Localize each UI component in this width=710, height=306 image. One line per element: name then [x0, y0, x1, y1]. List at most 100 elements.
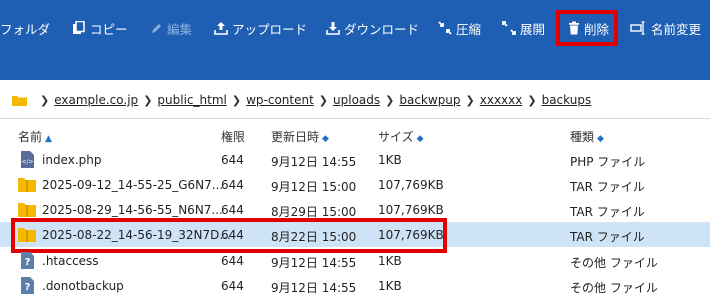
compress-label: 圧縮: [456, 21, 482, 37]
column-size-label: サイズ: [378, 130, 414, 144]
table-row[interactable]: </> index.php 644 9月12日 14:55 1KB PHP ファ…: [0, 147, 710, 172]
file-size: 107,769KB: [378, 228, 444, 242]
download-icon: [326, 22, 340, 35]
file-permission: 644: [221, 279, 244, 293]
rename-icon: [630, 21, 645, 35]
breadcrumb-item-wp-content[interactable]: wp-content: [246, 93, 314, 107]
column-header-date[interactable]: 更新日時 ◆: [271, 128, 329, 145]
rename-button[interactable]: 名前変更: [630, 14, 701, 42]
pencil-icon: [152, 23, 161, 33]
edit-label: 編集: [167, 21, 193, 37]
file-type: TAR ファイル: [570, 180, 645, 194]
file-permission: 644: [221, 228, 244, 242]
file-name: index.php: [42, 153, 102, 167]
rename-label: 名前変更: [651, 21, 702, 37]
file-name: 2025-08-29_14-56-55_N6N7...: [42, 203, 223, 217]
copy-button[interactable]: コピー: [72, 14, 128, 42]
column-name-label: 名前: [18, 130, 43, 144]
compress-button[interactable]: 圧縮: [438, 14, 481, 42]
archive-folder-icon: [18, 203, 36, 217]
sort-icon: ◆: [416, 134, 424, 144]
breadcrumb-item-domain[interactable]: example.co.jp: [54, 93, 138, 107]
breadcrumb-item-public-html[interactable]: public_html: [157, 93, 226, 107]
svg-text:</>: </>: [21, 159, 33, 166]
breadcrumb-item-xxxxxx[interactable]: xxxxxx: [480, 93, 523, 107]
php-file-icon: </>: [21, 151, 34, 168]
file-manager: フォルダ コピー 編集 アップロード ダウンロード 圧縮 展開 削除 名前変更 …: [0, 0, 710, 306]
breadcrumb-separator: ❯: [318, 93, 329, 107]
table-row-selected[interactable]: 2025-08-22_14-56-19_32N7D... 644 8月22日 1…: [0, 222, 710, 247]
upload-label: アップロード: [232, 21, 308, 37]
toolbar: フォルダ コピー 編集 アップロード ダウンロード 圧縮 展開 削除 名前変更: [0, 0, 710, 80]
breadcrumb-separator: ❯: [385, 93, 395, 107]
svg-text:?: ?: [25, 257, 31, 268]
file-name: .htaccess: [42, 254, 99, 268]
delete-button[interactable]: 削除: [568, 14, 609, 42]
delete-label: 削除: [584, 21, 610, 37]
upload-button[interactable]: アップロード: [214, 14, 307, 42]
file-date: 9月12日 14:55: [271, 281, 357, 295]
table-row[interactable]: ? .donotbackup 644 9月12日 14:55 1KB その他 フ…: [0, 273, 710, 298]
file-date: 9月12日 15:00: [271, 180, 357, 194]
column-perm-label: 権限: [221, 130, 246, 144]
extract-label: 展開: [520, 21, 546, 37]
unknown-file-icon: ?: [21, 252, 34, 269]
trash-icon: [569, 21, 579, 35]
sort-ascending-icon: ▲: [45, 134, 52, 144]
extract-button[interactable]: 展開: [502, 14, 545, 42]
file-permission: 644: [221, 153, 244, 167]
column-header-name[interactable]: 名前 ▲: [18, 128, 52, 145]
column-header-size[interactable]: サイズ ◆: [378, 128, 424, 145]
table-header: 名前 ▲ 権限 更新日時 ◆ サイズ ◆ 種類 ◆: [0, 124, 710, 146]
column-type-label: 種類: [570, 130, 595, 144]
breadcrumb-separator: ❯: [40, 93, 50, 107]
file-type: TAR ファイル: [570, 230, 645, 244]
file-size: 1KB: [378, 279, 402, 293]
file-permission: 644: [221, 254, 244, 268]
folder-icon: [12, 95, 27, 106]
upload-icon: [214, 22, 228, 35]
divider: [0, 118, 710, 119]
archive-folder-icon: [18, 228, 36, 242]
file-type: TAR ファイル: [570, 205, 645, 219]
breadcrumb-separator: ❯: [143, 93, 153, 107]
table-row[interactable]: ? .htaccess 644 9月12日 14:55 1KB その他 ファイル: [0, 248, 710, 273]
file-name: 2025-08-22_14-56-19_32N7D...: [42, 228, 231, 242]
file-name: .donotbackup: [42, 279, 124, 293]
breadcrumb-item-uploads[interactable]: uploads: [333, 93, 380, 107]
expand-icon: [502, 21, 516, 35]
breadcrumb-separator: ❯: [527, 93, 537, 107]
copy-icon: [73, 21, 85, 34]
file-date: 8月29日 15:00: [271, 205, 357, 219]
file-permission: 644: [221, 203, 244, 217]
file-date: 8月22日 15:00: [271, 230, 357, 244]
archive-folder-icon: [18, 178, 36, 192]
breadcrumb: ❯ example.co.jp ❯ public_html ❯ wp-conte…: [0, 80, 710, 120]
file-type: PHP ファイル: [570, 155, 646, 169]
breadcrumb-item-backwpup[interactable]: backwpup: [399, 93, 460, 107]
svg-text:?: ?: [25, 282, 31, 293]
file-size: 1KB: [378, 153, 402, 167]
edit-button[interactable]: 編集: [150, 14, 192, 42]
file-date: 9月12日 14:55: [271, 256, 357, 270]
download-label: ダウンロード: [344, 21, 420, 37]
table-row[interactable]: 2025-08-29_14-56-55_N6N7... 644 8月29日 15…: [0, 197, 710, 222]
file-type: その他 ファイル: [570, 256, 658, 270]
new-folder-button[interactable]: フォルダ: [0, 14, 50, 42]
column-header-permission[interactable]: 権限: [221, 128, 245, 145]
sort-icon: ◆: [322, 134, 329, 144]
column-date-label: 更新日時: [271, 130, 320, 144]
download-button[interactable]: ダウンロード: [326, 14, 419, 42]
table-row[interactable]: 2025-09-12_14-55-25_G6N7... 644 9月12日 15…: [0, 172, 710, 197]
file-date: 9月12日 14:55: [271, 155, 357, 169]
breadcrumb-separator: ❯: [465, 93, 475, 107]
file-size: 107,769KB: [378, 203, 444, 217]
breadcrumb-item-backups[interactable]: backups: [542, 93, 592, 107]
file-name: 2025-09-12_14-55-25_G6N7...: [42, 178, 224, 192]
file-type: その他 ファイル: [570, 281, 658, 295]
new-folder-label: フォルダ: [0, 21, 51, 37]
unknown-file-icon: ?: [21, 277, 34, 294]
column-header-type[interactable]: 種類 ◆: [570, 128, 604, 145]
sort-icon: ◆: [597, 134, 604, 144]
compress-icon: [438, 21, 452, 35]
